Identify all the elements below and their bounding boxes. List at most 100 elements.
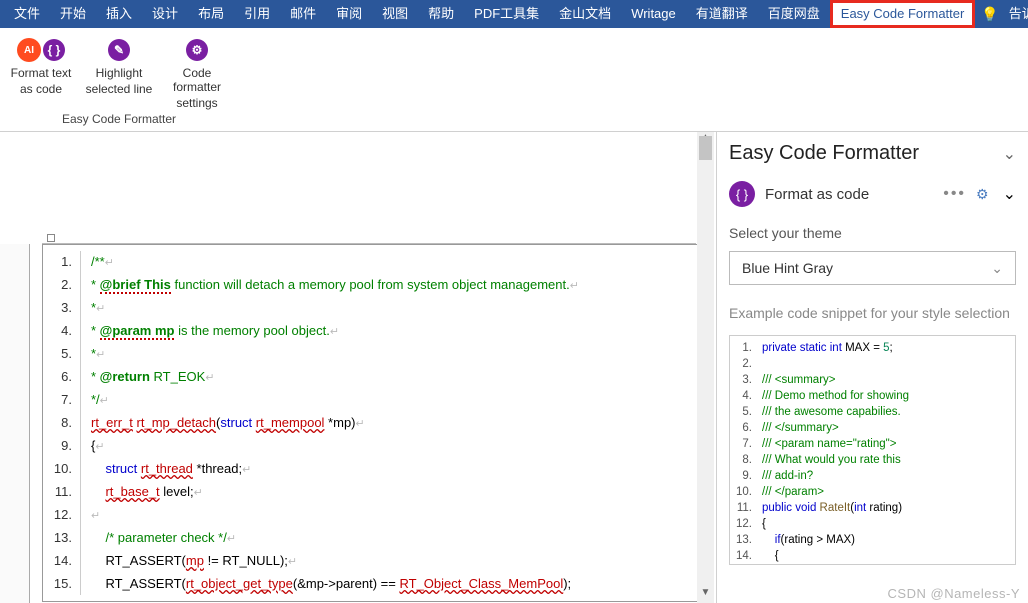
code-page[interactable]: 1./**↵2. * @brief This function will det… (42, 244, 698, 602)
theme-label: Select your theme (729, 225, 1016, 241)
panel-title: Easy Code Formatter (729, 142, 919, 165)
menu-tab[interactable]: 布局 (188, 0, 234, 28)
theme-value: Blue Hint Gray (742, 260, 833, 276)
code-content[interactable]: * @return RT_EOK↵ (81, 366, 215, 389)
menu-tab[interactable]: 插入 (96, 0, 142, 28)
braces-icon: { } (43, 39, 65, 61)
example-hint: Example code snippet for your style sele… (729, 303, 1016, 323)
code-line[interactable]: 3. *↵ (51, 297, 689, 320)
chevron-down-icon[interactable]: ⌄ (1003, 144, 1016, 164)
example-line: 9./// add-in? (734, 468, 1011, 484)
code-line[interactable]: 15. RT_ASSERT(rt_object_get_type(&mp->pa… (51, 573, 689, 595)
settings-button[interactable]: ⚙ Code formatter settings (158, 32, 236, 110)
menu-tab[interactable]: 有道翻译 (686, 0, 758, 28)
code-line[interactable]: 4. * @param mp is the memory pool object… (51, 320, 689, 343)
code-line[interactable]: 1./**↵ (51, 251, 689, 274)
line-number: 3. (51, 297, 81, 320)
ai-icon: AI (17, 38, 41, 62)
example-line: 2. (734, 356, 1011, 372)
code-line[interactable]: 14. RT_ASSERT(mp != RT_NULL);↵ (51, 550, 689, 573)
scroll-thumb[interactable] (699, 136, 712, 160)
menu-tab[interactable]: 开始 (50, 0, 96, 28)
code-line[interactable]: 7. */↵ (51, 389, 689, 412)
menu-tab[interactable]: 视图 (372, 0, 418, 28)
example-line: 14. { (734, 548, 1011, 564)
menu-tab[interactable]: Writage (621, 0, 686, 28)
code-line[interactable]: 2. * @brief This function will detach a … (51, 274, 689, 297)
code-content[interactable]: RT_ASSERT(mp != RT_NULL);↵ (81, 550, 297, 573)
scroll-down-icon[interactable]: ▼ (697, 587, 714, 603)
ribbon-tabs: 文件开始插入设计布局引用邮件审阅视图帮助PDF工具集金山文档Writage有道翻… (0, 0, 1028, 28)
code-content[interactable]: RT_ASSERT(rt_object_get_type(&mp->parent… (81, 573, 571, 595)
code-line[interactable]: 5. *↵ (51, 343, 689, 366)
menu-tab[interactable]: 帮助 (418, 0, 464, 28)
menu-tab[interactable]: 审阅 (326, 0, 372, 28)
code-content[interactable]: /* parameter check */↵ (81, 527, 236, 550)
vertical-scrollbar[interactable]: ▲ ▼ (697, 132, 714, 603)
line-number: 12. (51, 504, 81, 527)
vertical-ruler (0, 244, 30, 603)
tell-me[interactable]: 告诉我 (999, 0, 1028, 28)
gear-icon: ⚙ (186, 39, 208, 61)
lightbulb-icon: 💡 (981, 6, 998, 23)
code-content[interactable]: *↵ (81, 343, 105, 366)
code-line[interactable]: 11. rt_base_t level;↵ (51, 481, 689, 504)
example-line: 6./// </summary> (734, 420, 1011, 436)
menu-tab[interactable]: 引用 (234, 0, 280, 28)
code-content[interactable]: * @brief This function will detach a mem… (81, 274, 579, 297)
code-content[interactable]: {↵ (81, 435, 105, 458)
btn-label: Highlight (96, 66, 143, 80)
example-line: 5./// the awesome capabilies. (734, 404, 1011, 420)
example-code: 1.private static int MAX = 5;2.3./// <su… (729, 335, 1016, 565)
line-number: 13. (51, 527, 81, 550)
code-content[interactable]: *↵ (81, 297, 105, 320)
example-line: 4./// Demo method for showing (734, 388, 1011, 404)
code-line[interactable]: 10. struct rt_thread *thread;↵ (51, 458, 689, 481)
chevron-down-icon[interactable]: ⌄ (1003, 184, 1016, 204)
menu-tab[interactable]: Easy Code Formatter (830, 0, 976, 28)
theme-select[interactable]: Blue Hint Gray ⌄ (729, 251, 1016, 285)
code-line[interactable]: 13. /* parameter check */↵ (51, 527, 689, 550)
code-line[interactable]: 9.{↵ (51, 435, 689, 458)
btn-label: as code (20, 82, 62, 96)
code-line[interactable]: 6. * @return RT_EOK↵ (51, 366, 689, 389)
group-label: Easy Code Formatter (62, 110, 176, 130)
line-number: 1. (51, 251, 81, 274)
example-line: 15. throw "Oh wow! Great :)"; (734, 564, 1011, 565)
highlight-line-button[interactable]: ✎ Highlight selected line (80, 32, 158, 110)
menu-tab[interactable]: 文件 (4, 0, 50, 28)
more-icon[interactable]: ••• (943, 185, 966, 203)
menu-tab[interactable]: 设计 (142, 0, 188, 28)
example-line: 7./// <param name="rating"> (734, 436, 1011, 452)
line-number: 6. (51, 366, 81, 389)
menu-tab[interactable]: PDF工具集 (464, 0, 549, 28)
code-content[interactable]: rt_err_t rt_mp_detach(struct rt_mempool … (81, 412, 365, 435)
menu-tab[interactable]: 金山文档 (549, 0, 621, 28)
line-number: 5. (51, 343, 81, 366)
code-content[interactable]: rt_base_t level;↵ (81, 481, 203, 504)
example-line: 11.public void RateIt(int rating) (734, 500, 1011, 516)
example-line: 13. if(rating > MAX) (734, 532, 1011, 548)
line-number: 15. (51, 573, 81, 595)
code-content[interactable]: struct rt_thread *thread;↵ (81, 458, 251, 481)
line-number: 8. (51, 412, 81, 435)
code-line[interactable]: 12.↵ (51, 504, 689, 527)
menu-tab[interactable]: 邮件 (280, 0, 326, 28)
toolbar: AI { } Format text as code ✎ Highlight s… (0, 28, 1028, 132)
format-text-button[interactable]: AI { } Format text as code (2, 32, 80, 110)
code-content[interactable]: /**↵ (81, 251, 114, 274)
highlight-icon: ✎ (108, 39, 130, 61)
code-content[interactable]: * @param mp is the memory pool object.↵ (81, 320, 339, 343)
code-content[interactable]: */↵ (81, 389, 109, 412)
panel-command[interactable]: Format as code (765, 186, 933, 203)
menu-tab[interactable]: 百度网盘 (758, 0, 830, 28)
chevron-down-icon: ⌄ (991, 260, 1003, 277)
line-number: 2. (51, 274, 81, 297)
example-line: 1.private static int MAX = 5; (734, 340, 1011, 356)
btn-label: Format text (11, 66, 72, 80)
gear-icon[interactable]: ⚙ (976, 186, 989, 203)
code-line[interactable]: 8.rt_err_t rt_mp_detach(struct rt_mempoo… (51, 412, 689, 435)
line-number: 11. (51, 481, 81, 504)
line-number: 14. (51, 550, 81, 573)
code-content[interactable]: ↵ (81, 504, 100, 527)
